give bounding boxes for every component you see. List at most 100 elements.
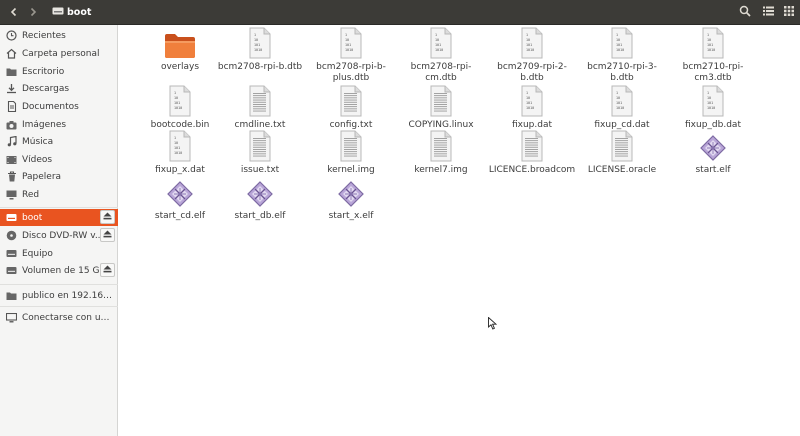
video-icon [6, 154, 17, 165]
file-item[interactable]: LICENCE.broadcom [486, 130, 578, 176]
home-icon [6, 48, 17, 59]
forward-button[interactable] [24, 3, 42, 21]
eject-button[interactable] [100, 263, 115, 277]
eject-button[interactable] [100, 210, 115, 224]
sidebar-item-label: Conectarse con un se... [22, 312, 114, 323]
search-icon [739, 5, 751, 20]
file-item[interactable]: 1 10 101 1010 bcm2710-rpi-cm3.dtb [667, 27, 759, 84]
file-item[interactable]: start_x.elf [305, 176, 397, 222]
list-view-button[interactable] [760, 4, 777, 21]
svg-text:10: 10 [707, 96, 711, 100]
drive-icon [52, 6, 64, 19]
file-item[interactable]: 1 10 101 1010 fixup_x.dat [134, 130, 226, 176]
svg-text:1: 1 [526, 91, 528, 95]
folder-icon [6, 66, 17, 77]
sidebar-item-label: Volumen de 15 GB [22, 265, 106, 276]
sidebar-item-label: Imágenes [22, 119, 67, 130]
download-icon [6, 83, 17, 94]
sidebar: Recientes Carpeta personal Escritorio Desca… [0, 25, 118, 436]
svg-text:1010: 1010 [174, 106, 182, 110]
file-item[interactable]: 1 10 101 1010 bcm2708-rpi-cm.dtb [395, 27, 487, 84]
sidebar-item-papelera[interactable]: Papelera [0, 168, 118, 185]
file-item[interactable]: config.txt [305, 85, 397, 131]
sidebar-item-escritorio[interactable]: Escritorio [0, 63, 118, 80]
file-item[interactable]: 1 10 101 1010 bootcode.bin [134, 85, 226, 131]
file-item[interactable]: 1 10 101 1010 bcm2708-rpi-b.dtb [214, 27, 306, 73]
svg-text:10: 10 [616, 38, 620, 42]
svg-text:1: 1 [345, 33, 347, 37]
path-bar-button[interactable]: boot [48, 3, 97, 22]
text-file-icon [609, 130, 635, 162]
binary-file-icon: 1 10 101 1010 [609, 27, 635, 59]
file-item[interactable]: 1 10 101 1010 bcm2709-rpi-2-b.dtb [486, 27, 578, 84]
file-item[interactable]: start.elf [667, 130, 759, 176]
mouse-pointer-icon [488, 316, 498, 333]
network-plus-icon [6, 312, 17, 323]
sidebar-item-descargas[interactable]: Descargas [0, 80, 118, 97]
file-item[interactable]: start_cd.elf [134, 176, 226, 222]
sidebar-item-equipo[interactable]: Equipo [0, 245, 118, 262]
svg-text:10: 10 [174, 96, 178, 100]
clock-icon [6, 30, 17, 41]
sidebar-item-im-genes[interactable]: Imágenes [0, 116, 118, 133]
file-item[interactable]: 1 10 101 1010 fixup.dat [486, 85, 578, 131]
sidebar-item-m-sica[interactable]: Música [0, 133, 118, 150]
file-item[interactable]: overlays [134, 27, 226, 73]
camera-icon [6, 119, 17, 130]
svg-text:1010: 1010 [616, 48, 624, 52]
svg-text:101: 101 [526, 101, 532, 105]
svg-text:10: 10 [345, 38, 349, 42]
file-item[interactable]: kernel7.img [395, 130, 487, 176]
file-item[interactable]: start_db.elf [214, 176, 306, 222]
file-item[interactable]: 1 10 101 1010 fixup_db.dat [667, 85, 759, 131]
file-name: bcm2708-rpi-cm.dtb [410, 62, 472, 83]
file-name: bcm2708-rpi-b.dtb [217, 62, 303, 72]
file-name: LICENCE.broadcom [488, 165, 576, 175]
sidebar-item-label: Disco DVD-RW v... [22, 230, 104, 241]
file-name: bcm2708-rpi-b-plus.dtb [316, 62, 386, 83]
file-item[interactable]: 1 10 101 1010 bcm2710-rpi-3-b.dtb [576, 27, 668, 84]
svg-text:1: 1 [174, 136, 176, 140]
sidebar-item-conectarse-con-un-se[interactable]: Conectarse con un se... [0, 309, 118, 326]
grid-view-button[interactable] [780, 4, 797, 21]
sidebar-item-carpeta-personal[interactable]: Carpeta personal [0, 45, 118, 62]
sidebar-item-label: Descargas [22, 83, 70, 94]
file-item[interactable]: COPYING.linux [395, 85, 487, 131]
svg-text:101: 101 [526, 43, 532, 47]
search-button[interactable] [736, 4, 753, 21]
file-item[interactable]: kernel.img [305, 130, 397, 176]
back-button[interactable] [5, 3, 23, 21]
file-item[interactable]: LICENSE.oracle [576, 130, 668, 176]
sidebar-item-publico-en-192-168-1[interactable]: publico en 192.168.1.... [0, 287, 118, 304]
grid-icon [783, 6, 794, 19]
eject-button[interactable] [100, 228, 115, 242]
text-file-icon [247, 85, 273, 117]
document-icon [6, 101, 17, 112]
sidebar-item-label: Escritorio [22, 66, 65, 77]
sidebar-item-label: boot [22, 212, 43, 223]
sidebar-item-recientes[interactable]: Recientes [0, 27, 118, 44]
sidebar-separator [0, 284, 118, 285]
file-name: issue.txt [240, 165, 280, 175]
svg-text:101: 101 [616, 43, 622, 47]
text-file-icon [428, 130, 454, 162]
file-grid: overlays 1 10 101 1010 bcm2708-rpi-b.dtb 1 10 10… [119, 25, 800, 436]
sidebar-item-documentos[interactable]: Documentos [0, 98, 118, 115]
svg-text:10: 10 [435, 38, 439, 42]
file-item[interactable]: cmdline.txt [214, 85, 306, 131]
file-name: start_x.elf [328, 211, 374, 221]
file-item[interactable]: 1 10 101 1010 fixup_cd.dat [576, 85, 668, 131]
svg-text:101: 101 [345, 43, 351, 47]
binary-file-icon: 1 10 101 1010 [609, 85, 635, 117]
svg-text:1010: 1010 [254, 48, 262, 52]
file-item[interactable]: 1 10 101 1010 bcm2708-rpi-b-plus.dtb [305, 27, 397, 84]
svg-text:1: 1 [254, 33, 256, 37]
sidebar-separator [0, 306, 118, 307]
file-item[interactable]: issue.txt [214, 130, 306, 176]
sidebar-item-red[interactable]: Red [0, 186, 118, 203]
svg-text:1: 1 [707, 33, 709, 37]
binary-file-icon: 1 10 101 1010 [167, 130, 193, 162]
sidebar-item-v-deos[interactable]: Vídeos [0, 151, 118, 168]
folder-icon [164, 27, 196, 59]
text-file-icon [338, 130, 364, 162]
